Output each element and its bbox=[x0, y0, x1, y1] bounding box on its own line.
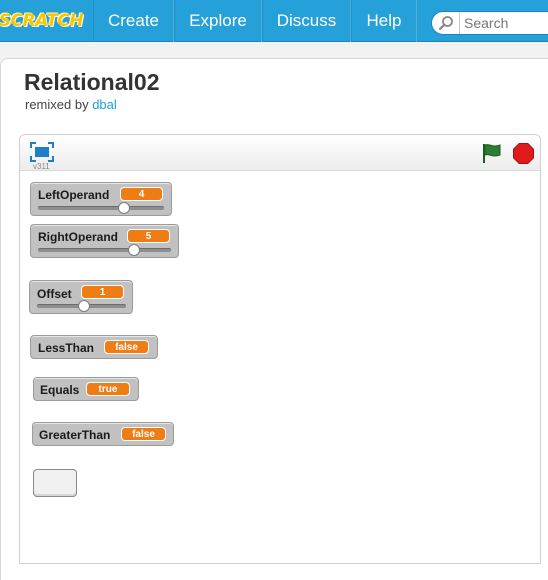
watcher-value: false bbox=[104, 340, 149, 354]
slider-knob[interactable] bbox=[78, 300, 90, 312]
slider-knob[interactable] bbox=[118, 202, 130, 214]
watcher-label: RightOperand bbox=[38, 230, 118, 244]
nav-create-link[interactable]: Create bbox=[93, 0, 174, 42]
remix-author-link[interactable]: dbal bbox=[92, 97, 117, 112]
search-input[interactable] bbox=[460, 15, 548, 31]
watcher-value: 5 bbox=[127, 229, 170, 243]
slider-track bbox=[38, 248, 171, 252]
watcher-label: LessThan bbox=[38, 341, 95, 355]
nav-menu: Create Explore Discuss Help bbox=[93, 0, 417, 42]
watcher-value: 1 bbox=[81, 285, 124, 299]
scratch-logo[interactable]: SCRATCH bbox=[0, 6, 84, 36]
watcher-lessthan: LessThan false bbox=[30, 335, 158, 359]
fullscreen-icon[interactable] bbox=[30, 142, 54, 162]
slider-track bbox=[38, 206, 164, 210]
green-flag-icon[interactable] bbox=[481, 142, 503, 164]
nav-explore-link[interactable]: Explore bbox=[174, 0, 262, 42]
nav-help-link[interactable]: Help bbox=[351, 0, 417, 42]
remix-prefix: remixed by bbox=[25, 97, 89, 112]
player-controls-bar: v311 bbox=[20, 135, 540, 171]
watcher-equals: Equals true bbox=[33, 377, 139, 401]
project-title: Relational02 bbox=[24, 69, 160, 95]
watcher-rightoperand: RightOperand 5 bbox=[30, 224, 179, 258]
search-box bbox=[431, 11, 548, 35]
project-player: v311 LeftOperand 4 RightOperand 5 Offset… bbox=[19, 134, 541, 564]
version-label: v311 bbox=[33, 162, 50, 171]
watcher-label: Equals bbox=[40, 383, 80, 397]
search-icon[interactable] bbox=[432, 12, 460, 34]
top-nav-bar: SCRATCH Create Explore Discuss Help bbox=[0, 0, 548, 42]
watcher-value: false bbox=[121, 427, 166, 441]
watcher-value: true bbox=[86, 382, 130, 396]
watcher-label: LeftOperand bbox=[38, 188, 110, 202]
watcher-greaterthan: GreaterThan false bbox=[32, 422, 174, 446]
watcher-value: 4 bbox=[120, 187, 163, 201]
nav-discuss-link[interactable]: Discuss bbox=[262, 0, 351, 42]
stop-icon[interactable] bbox=[513, 143, 534, 164]
watcher-offset: Offset 1 bbox=[29, 280, 133, 314]
slider-knob[interactable] bbox=[128, 244, 140, 256]
watcher-leftoperand: LeftOperand 4 bbox=[30, 182, 172, 216]
project-page: Relational02 remixed by dbal v311 LeftOp… bbox=[0, 58, 548, 580]
logo-text: SCRATCH bbox=[0, 11, 84, 31]
watcher-label: GreaterThan bbox=[39, 428, 111, 442]
stage-button-sprite[interactable] bbox=[33, 469, 77, 497]
remix-credit: remixed by dbal bbox=[25, 97, 117, 112]
watcher-label: Offset bbox=[37, 287, 72, 301]
